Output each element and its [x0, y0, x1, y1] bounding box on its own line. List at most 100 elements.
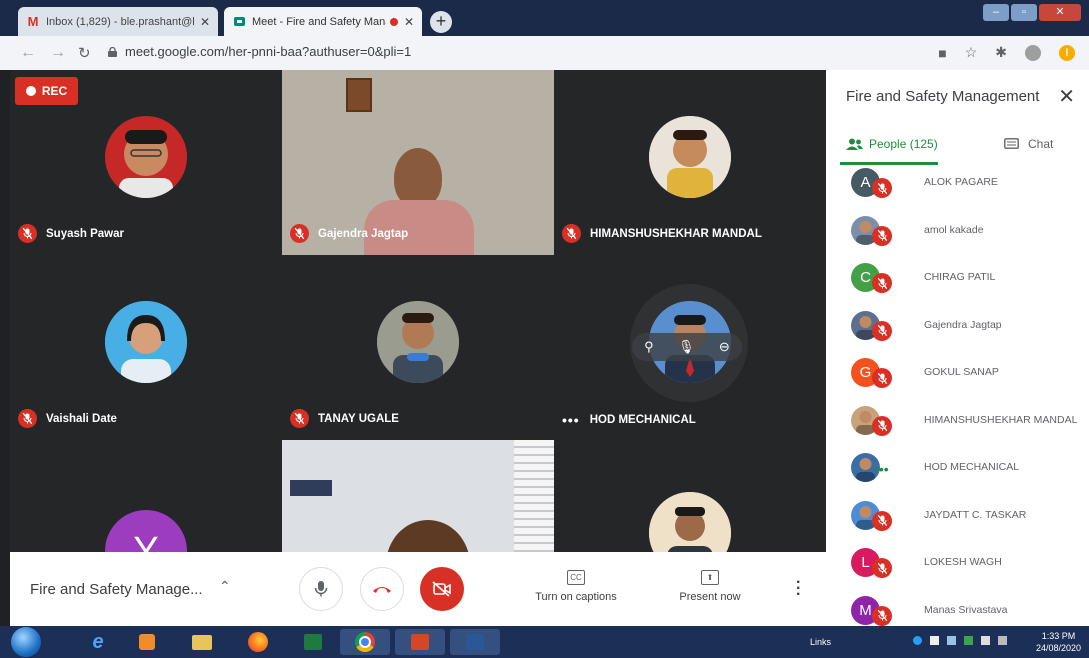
tab-title: Meet - Fire and Safety Mana: [252, 15, 386, 28]
taskbar-media-player[interactable]: [125, 629, 169, 655]
close-tab-icon[interactable]: ✕: [200, 15, 210, 29]
maximize-button[interactable]: ▫: [1011, 4, 1037, 21]
participant-list-item[interactable]: C CHIRAG PATIL: [826, 263, 1089, 310]
participant-avatar: [105, 301, 187, 383]
address-bar: ← → ↻ meet.google.com/her-pnni-baa?authu…: [0, 36, 1089, 71]
participant-video-tile[interactable]: [282, 440, 554, 552]
power-icon[interactable]: [998, 636, 1007, 645]
system-clock[interactable]: 1:33 PM 24/08/2020: [1036, 630, 1081, 654]
leave-call-button[interactable]: [360, 567, 404, 611]
extensions-icon[interactable]: ✱: [995, 44, 1007, 61]
pin-icon[interactable]: ⚲: [644, 339, 654, 355]
mic-off-icon: [872, 415, 892, 436]
mic-off-icon: [290, 224, 309, 243]
participant-list-item[interactable]: A ALOK PAGARE: [826, 168, 1089, 215]
active-tab-indicator: [840, 162, 938, 165]
participant-list-item[interactable]: ••• HOD MECHANICAL: [826, 453, 1089, 500]
more-options-icon[interactable]: · · ·: [796, 575, 801, 603]
profile-avatar[interactable]: [1025, 44, 1041, 61]
panel-title: Fire and Safety Management: [846, 88, 1040, 105]
network-icon[interactable]: [947, 636, 956, 645]
security-icon[interactable]: [964, 636, 973, 645]
participant-list-item[interactable]: G GOKUL SANAP: [826, 358, 1089, 405]
participant-video: [386, 520, 470, 552]
participant-avatar: [649, 492, 731, 552]
recording-label: REC: [41, 84, 68, 98]
remove-icon[interactable]: ⊖: [719, 339, 730, 355]
hang-up-icon: [373, 587, 391, 593]
taskbar-internet-explorer[interactable]: e: [76, 629, 120, 655]
taskbar-powerpoint[interactable]: [395, 629, 445, 655]
camera-toggle-button[interactable]: [420, 567, 464, 611]
taskbar-firefox[interactable]: [236, 629, 280, 655]
forward-icon[interactable]: →: [50, 44, 66, 62]
volume-icon[interactable]: [981, 636, 990, 645]
internet-explorer-icon: e: [92, 630, 104, 653]
taskbar-file-explorer[interactable]: [180, 629, 224, 655]
participant-list-item[interactable]: JAYDATT C. TASKAR: [826, 500, 1089, 548]
back-icon[interactable]: ←: [20, 44, 36, 62]
participant-name-label: ••• HOD MECHANICAL: [562, 412, 696, 428]
mic-off-icon: [290, 409, 309, 428]
tile-hover-controls: ⚲ 🎙 ⊖: [632, 333, 742, 361]
present-now-button[interactable]: ⬆ Present now: [670, 570, 750, 603]
wall-sign: [290, 480, 332, 496]
participant-tile[interactable]: HIMANSHUSHEKHAR MANDAL: [554, 70, 826, 255]
participant-tile[interactable]: Vaishali Date: [10, 255, 282, 440]
bookmark-star-icon[interactable]: ☆: [965, 44, 978, 61]
clock-time: 1:33 PM: [1041, 631, 1076, 641]
present-screen-icon: ⬆: [701, 570, 719, 585]
participant-list-item[interactable]: Gajendra Jagtap: [826, 310, 1089, 358]
participant-name-label: Suyash Pawar: [18, 224, 124, 243]
camera-icon[interactable]: ■: [938, 45, 946, 61]
chevron-up-icon[interactable]: ⌃: [219, 578, 231, 595]
participant-list-item[interactable]: L LOKESH WAGH: [826, 548, 1089, 595]
minimize-button[interactable]: –: [983, 4, 1009, 21]
speaking-dots-icon: •••: [562, 412, 580, 428]
folder-icon: [192, 634, 212, 650]
new-tab-button[interactable]: +: [430, 11, 452, 33]
word-icon: [466, 634, 484, 650]
taskbar-chrome[interactable]: [340, 629, 390, 655]
tab-people[interactable]: People (125): [846, 137, 938, 151]
close-tab-icon[interactable]: ✕: [404, 15, 414, 29]
taskbar-word[interactable]: [450, 629, 500, 655]
turn-on-captions-button[interactable]: CC Turn on captions: [530, 570, 622, 603]
tab-inbox[interactable]: M Inbox (1,829) - ble.prashant@kbt ✕: [18, 7, 218, 36]
present-label: Present now: [679, 591, 741, 603]
update-alert-icon[interactable]: !: [1059, 44, 1075, 61]
participant-name: JAYDATT C. TASKAR: [924, 508, 1027, 521]
url-text: meet.google.com/her-pnni-baa?authuser=0&…: [125, 44, 412, 59]
wall-frame: [346, 78, 372, 112]
close-panel-icon[interactable]: ✕: [1058, 84, 1075, 109]
participant-video-tile[interactable]: Gajendra Jagtap: [282, 70, 554, 255]
mic-icon[interactable]: 🎙: [678, 339, 695, 355]
address-bar-icons: ■ ☆ ✱ !: [938, 44, 1075, 61]
mic-off-icon: [872, 605, 892, 626]
participant-list-item[interactable]: amol kakade: [826, 215, 1089, 263]
meeting-details-title[interactable]: Fire and Safety Manage...: [30, 581, 203, 598]
url-field[interactable]: meet.google.com/her-pnni-baa?authuser=0&…: [108, 44, 411, 59]
tab-meet[interactable]: Meet - Fire and Safety Mana ✕: [224, 7, 422, 36]
reload-icon[interactable]: ↻: [78, 44, 91, 62]
participant-tile-active-speaker[interactable]: ⚲ 🎙 ⊖ ••• HOD MECHANICAL: [554, 255, 826, 440]
flag-icon[interactable]: [930, 636, 939, 645]
excel-icon: [304, 634, 322, 650]
taskbar-excel[interactable]: [291, 629, 335, 655]
microphone-toggle-button[interactable]: [299, 567, 343, 611]
mic-off-icon: [18, 224, 37, 243]
start-button[interactable]: [11, 627, 41, 657]
meet-area: REC Suyash Pawar Gajendra Jagtap HIMANSH…: [0, 70, 826, 626]
skype-icon[interactable]: [913, 636, 922, 645]
links-toolbar[interactable]: Links: [810, 637, 831, 647]
participant-tile[interactable]: [554, 440, 826, 552]
tab-chat[interactable]: Chat: [1004, 137, 1053, 151]
mic-off-icon: [872, 178, 892, 198]
participant-list-item[interactable]: M Manas Srivastava: [826, 595, 1089, 627]
participant-tile[interactable]: TANAY UGALE: [282, 255, 554, 440]
close-window-button[interactable]: ✕: [1039, 4, 1081, 21]
participant-name-label: HIMANSHUSHEKHAR MANDAL: [562, 224, 762, 243]
participant-tile[interactable]: Y: [10, 440, 282, 552]
participant-list-item[interactable]: HIMANSHUSHEKHAR MANDAL: [826, 405, 1089, 453]
recording-badge: REC: [15, 77, 78, 105]
